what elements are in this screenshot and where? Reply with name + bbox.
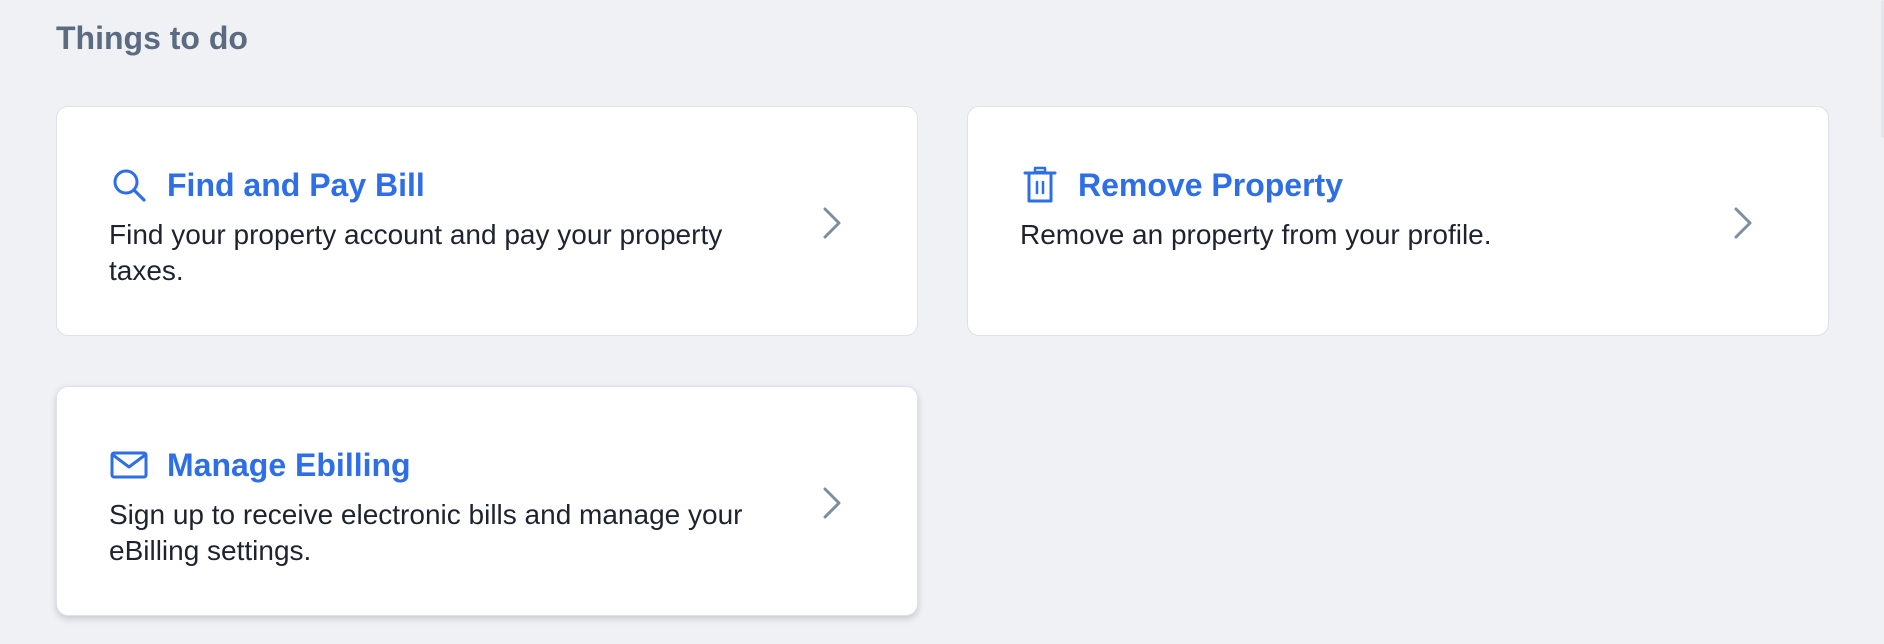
section-title: Things to do bbox=[56, 20, 248, 56]
find-and-pay-bill-card[interactable]: Find and Pay Bill Find your property acc… bbox=[56, 106, 918, 336]
card-title: Find and Pay Bill bbox=[167, 167, 425, 203]
card-description: Find your property account and pay your … bbox=[109, 219, 723, 286]
card-header: Manage Ebilling bbox=[109, 441, 411, 489]
card-title: Manage Ebilling bbox=[167, 447, 411, 483]
card-header: Remove Property bbox=[1020, 161, 1343, 209]
envelope-icon bbox=[109, 445, 149, 485]
manage-ebilling-card[interactable]: Manage Ebilling Sign up to receive elect… bbox=[56, 386, 918, 616]
chevron-right-icon bbox=[823, 207, 841, 239]
card-header: Find and Pay Bill bbox=[109, 161, 425, 209]
card-description: Remove an property from your profile. bbox=[1020, 219, 1492, 250]
trash-icon bbox=[1020, 165, 1060, 205]
card-title: Remove Property bbox=[1078, 167, 1343, 203]
remove-property-card[interactable]: Remove Property Remove an property from … bbox=[967, 106, 1829, 336]
card-description: Sign up to receive electronic bills and … bbox=[109, 499, 743, 566]
chevron-right-icon bbox=[823, 487, 841, 519]
search-icon bbox=[109, 165, 149, 205]
chevron-right-icon bbox=[1734, 207, 1752, 239]
